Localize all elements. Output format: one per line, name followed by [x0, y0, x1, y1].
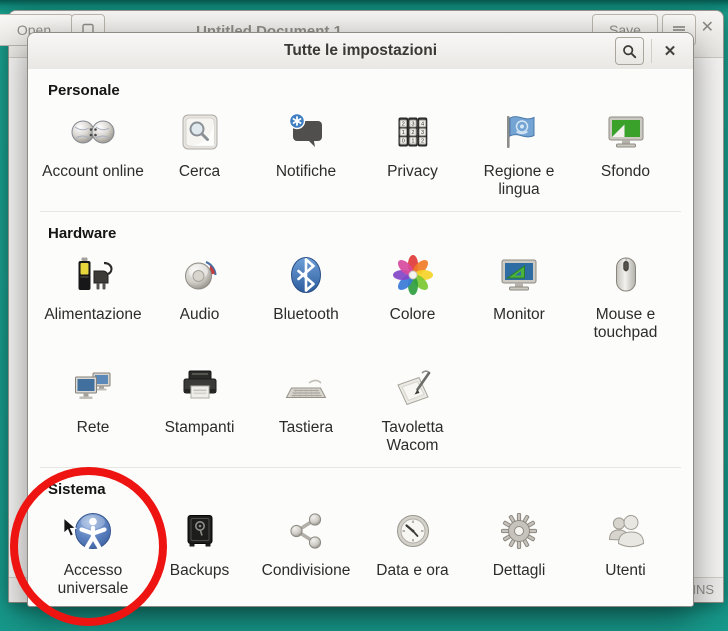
settings-item-utenti[interactable]: Utenti: [573, 507, 679, 598]
settings-item-label: Data e ora: [376, 562, 448, 580]
sharing-icon: [282, 507, 330, 555]
settings-item-label: Sfondo: [601, 163, 650, 181]
svg-text:2: 2: [411, 130, 414, 136]
close-icon: ✕: [701, 19, 714, 36]
settings-item-data-e-ora[interactable]: Data e ora: [360, 507, 466, 598]
users-icon: [602, 507, 650, 555]
settings-item-condivisione[interactable]: Condivisione: [253, 507, 359, 598]
settings-grid: Alimentazione Audio Bluetooth Colore Monitor…: [40, 251, 681, 455]
settings-item-regione-e-lingua[interactable]: Regione e lingua: [466, 108, 572, 199]
color-icon: [389, 251, 437, 299]
settings-item-label: Notifiche: [276, 163, 336, 181]
svg-text:4: 4: [420, 121, 423, 127]
settings-item-mouse-e-touchpad[interactable]: Mouse e touchpad: [573, 251, 679, 342]
svg-text:2: 2: [420, 139, 423, 145]
settings-item-alimentazione[interactable]: Alimentazione: [40, 251, 146, 342]
svg-text:3: 3: [411, 121, 414, 127]
settings-item-label: Rete: [77, 419, 110, 437]
search-settings-icon: [176, 108, 224, 156]
svg-text:2: 2: [401, 121, 404, 127]
section-title: Hardware: [48, 225, 681, 242]
settings-item-label: Utenti: [605, 562, 646, 580]
date-time-icon: [389, 507, 437, 555]
wacom-tablet-icon: [389, 364, 437, 412]
search-button[interactable]: [615, 37, 644, 65]
settings-item-monitor[interactable]: Monitor: [466, 251, 572, 342]
settings-item-account-online[interactable]: Account online: [40, 108, 146, 199]
settings-item-label: Monitor: [493, 306, 545, 324]
sound-icon: [176, 251, 224, 299]
section-title: Personale: [48, 82, 681, 99]
svg-text:3: 3: [420, 130, 423, 136]
privacy-icon: 210321432: [389, 108, 437, 156]
header-separator: [651, 39, 652, 63]
settings-close-button[interactable]: ✕: [655, 37, 685, 65]
printers-icon: [176, 364, 224, 412]
settings-item-bluetooth[interactable]: Bluetooth: [253, 251, 359, 342]
settings-item-label: Backups: [170, 562, 229, 580]
settings-grid: Account onlineCercaNotifiche210321432Pri…: [40, 108, 681, 199]
settings-item-label: Stampanti: [165, 419, 235, 437]
settings-item-dettagli[interactable]: Dettagli: [466, 507, 572, 598]
settings-item-label: Privacy: [387, 163, 438, 181]
settings-headerbar: Tutte le impostazioni ✕: [28, 33, 693, 70]
settings-item-rete[interactable]: Rete: [40, 364, 146, 455]
settings-item-label: Tavoletta Wacom: [361, 419, 465, 455]
section-hardware: Hardware Alimentazione Audio Bluetooth Color…: [40, 211, 681, 467]
bluetooth-icon: [282, 251, 330, 299]
backups-icon: [176, 507, 224, 555]
background-icon: [602, 108, 650, 156]
settings-item-label: Condivisione: [262, 562, 351, 580]
svg-text:1: 1: [411, 139, 414, 145]
keyboard-icon: [282, 364, 330, 412]
power-icon: [69, 251, 117, 299]
mouse-cursor: [62, 517, 78, 538]
network-icon: [69, 364, 117, 412]
settings-window-title: Tutte le impostazioni: [28, 42, 693, 60]
settings-item-label: Audio: [180, 306, 220, 324]
settings-item-tastiera[interactable]: Tastiera: [253, 364, 359, 455]
search-icon: [622, 44, 637, 59]
settings-item-label: Mouse e touchpad: [574, 306, 678, 342]
settings-item-label: Alimentazione: [44, 306, 141, 324]
section-personale: PersonaleAccount onlineCercaNotifiche210…: [40, 69, 681, 211]
settings-item-label: Bluetooth: [273, 306, 339, 324]
settings-item-colore[interactable]: Colore: [360, 251, 466, 342]
settings-item-audio[interactable]: Audio: [147, 251, 253, 342]
displays-icon: [495, 251, 543, 299]
details-icon: [495, 507, 543, 555]
settings-item-label: Tastiera: [279, 419, 333, 437]
online-accounts-icon: [69, 108, 117, 156]
settings-item-sfondo[interactable]: Sfondo: [573, 108, 679, 199]
region-language-icon: [495, 108, 543, 156]
settings-item-cerca[interactable]: Cerca: [147, 108, 253, 199]
settings-item-label: Regione e lingua: [467, 163, 571, 199]
settings-item-notifiche[interactable]: Notifiche: [253, 108, 359, 199]
notifications-icon: [282, 108, 330, 156]
settings-item-tavoletta-wacom[interactable]: Tavoletta Wacom: [360, 364, 466, 455]
settings-item-label: Account online: [42, 163, 144, 181]
insert-mode-indicator: INS: [692, 582, 714, 597]
settings-item-label: Cerca: [179, 163, 220, 181]
svg-text:0: 0: [401, 139, 404, 145]
close-icon: ✕: [664, 42, 677, 60]
highlight-circle-annotation: [10, 467, 167, 626]
settings-item-stampanti[interactable]: Stampanti: [147, 364, 253, 455]
settings-item-label: Colore: [390, 306, 436, 324]
settings-item-label: Dettagli: [493, 562, 546, 580]
svg-text:1: 1: [401, 130, 404, 136]
mouse-touchpad-icon: [602, 251, 650, 299]
settings-item-privacy[interactable]: 210321432Privacy: [360, 108, 466, 199]
window-close-button[interactable]: ✕: [701, 20, 714, 36]
